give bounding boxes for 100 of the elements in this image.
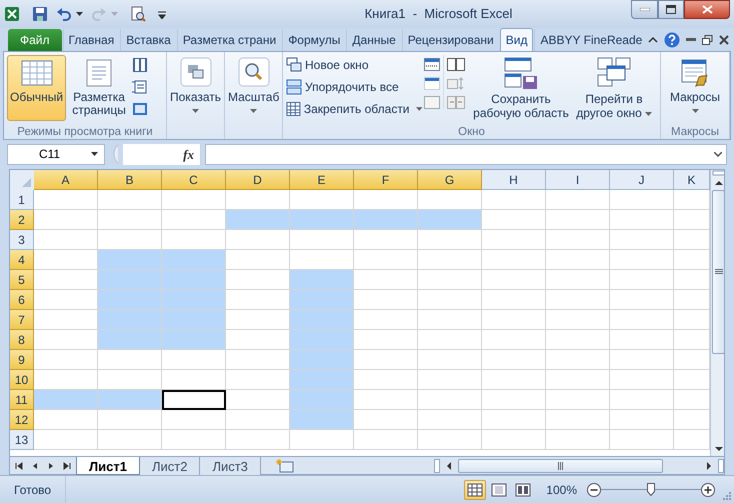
selected-cell[interactable] bbox=[290, 390, 354, 410]
cell[interactable] bbox=[482, 310, 546, 330]
switch-windows-button[interactable]: Перейти в другое окно bbox=[571, 54, 657, 121]
cell[interactable] bbox=[482, 210, 546, 230]
cell[interactable] bbox=[482, 350, 546, 370]
minimize-icon[interactable] bbox=[686, 38, 696, 42]
cell[interactable] bbox=[482, 370, 546, 390]
cell[interactable] bbox=[418, 230, 482, 250]
cell[interactable] bbox=[482, 250, 546, 270]
cell[interactable] bbox=[546, 270, 610, 290]
cell[interactable] bbox=[674, 430, 710, 450]
cell[interactable] bbox=[34, 270, 98, 290]
column-header[interactable]: H bbox=[482, 170, 546, 190]
cell[interactable] bbox=[98, 350, 162, 370]
save-icon[interactable] bbox=[32, 6, 48, 22]
cell[interactable] bbox=[546, 230, 610, 250]
cell[interactable] bbox=[98, 370, 162, 390]
selected-cell[interactable] bbox=[98, 330, 162, 350]
caret-icon[interactable] bbox=[76, 12, 83, 16]
cell[interactable] bbox=[610, 210, 674, 230]
cell[interactable] bbox=[226, 430, 290, 450]
cell[interactable] bbox=[162, 230, 226, 250]
slider-thumb-icon[interactable] bbox=[647, 482, 655, 496]
cell[interactable] bbox=[546, 390, 610, 410]
custom-view-icon[interactable] bbox=[132, 78, 148, 95]
page-break-icon[interactable] bbox=[132, 56, 148, 73]
selected-cell[interactable] bbox=[98, 270, 162, 290]
cell[interactable] bbox=[674, 350, 710, 370]
selected-cell[interactable] bbox=[34, 390, 98, 410]
column-header[interactable]: D bbox=[226, 170, 290, 190]
scroll-thumb[interactable] bbox=[712, 190, 724, 354]
hide-icon[interactable] bbox=[424, 76, 440, 90]
selected-cell[interactable] bbox=[162, 250, 226, 270]
cell[interactable] bbox=[610, 370, 674, 390]
selected-cell[interactable] bbox=[226, 210, 290, 230]
zoom-in-icon[interactable] bbox=[701, 482, 715, 497]
cell[interactable] bbox=[162, 350, 226, 370]
side-by-side-icon[interactable] bbox=[447, 58, 465, 71]
cell[interactable] bbox=[418, 410, 482, 430]
cell[interactable] bbox=[418, 330, 482, 350]
cell[interactable] bbox=[418, 430, 482, 450]
row-header[interactable]: 6 bbox=[10, 290, 34, 310]
cell[interactable] bbox=[546, 430, 610, 450]
cell[interactable] bbox=[674, 190, 710, 210]
selected-cell[interactable] bbox=[162, 310, 226, 330]
cell[interactable] bbox=[418, 310, 482, 330]
zoom-slider[interactable] bbox=[601, 482, 701, 497]
cell[interactable] bbox=[98, 210, 162, 230]
column-header[interactable]: I bbox=[546, 170, 610, 190]
cell[interactable] bbox=[482, 290, 546, 310]
cell[interactable] bbox=[418, 390, 482, 410]
cell[interactable] bbox=[418, 370, 482, 390]
column-header[interactable]: A bbox=[34, 170, 98, 190]
cell[interactable] bbox=[226, 390, 290, 410]
cell[interactable] bbox=[610, 230, 674, 250]
cell[interactable] bbox=[290, 230, 354, 250]
cell[interactable] bbox=[34, 350, 98, 370]
cell[interactable] bbox=[482, 430, 546, 450]
cell[interactable] bbox=[418, 270, 482, 290]
cell[interactable] bbox=[610, 270, 674, 290]
row-header[interactable]: 4 bbox=[10, 250, 34, 270]
cell[interactable] bbox=[34, 250, 98, 270]
selected-cell[interactable] bbox=[354, 210, 418, 230]
selected-cell[interactable] bbox=[290, 210, 354, 230]
window-command[interactable]: Закрепить области bbox=[286, 100, 422, 118]
cell[interactable] bbox=[482, 230, 546, 250]
cell[interactable] bbox=[226, 370, 290, 390]
cell[interactable] bbox=[610, 310, 674, 330]
cell[interactable] bbox=[226, 230, 290, 250]
selected-cell[interactable] bbox=[290, 330, 354, 350]
cell[interactable] bbox=[226, 190, 290, 210]
selected-cell[interactable] bbox=[290, 370, 354, 390]
window-command[interactable]: Упорядочить все bbox=[286, 78, 422, 96]
selected-cell[interactable] bbox=[162, 330, 226, 350]
cell[interactable] bbox=[674, 330, 710, 350]
cell[interactable] bbox=[98, 190, 162, 210]
row-header[interactable]: 9 bbox=[10, 350, 34, 370]
row-header[interactable]: 11 bbox=[10, 390, 34, 410]
cell[interactable] bbox=[226, 270, 290, 290]
selected-cell[interactable] bbox=[290, 350, 354, 370]
column-header[interactable]: G bbox=[418, 170, 482, 190]
zoom-level[interactable]: 100% bbox=[546, 480, 577, 499]
name-box[interactable]: C11 bbox=[7, 144, 105, 165]
cell[interactable] bbox=[354, 330, 418, 350]
cell[interactable] bbox=[354, 190, 418, 210]
cell[interactable] bbox=[546, 330, 610, 350]
selected-cell[interactable] bbox=[290, 310, 354, 330]
view-button[interactable]: Разметка страницы bbox=[68, 54, 130, 121]
first-sheet-icon[interactable] bbox=[15, 462, 23, 470]
cell[interactable] bbox=[162, 430, 226, 450]
cell[interactable] bbox=[610, 330, 674, 350]
cell[interactable] bbox=[610, 290, 674, 310]
cell[interactable] bbox=[226, 410, 290, 430]
sheet-tab[interactable]: Лист3 bbox=[200, 456, 261, 475]
zoom-button[interactable]: Масштаб bbox=[228, 54, 280, 121]
cell[interactable] bbox=[674, 370, 710, 390]
save-workspace-button[interactable]: Сохранить рабочую область bbox=[473, 54, 569, 121]
selected-cell[interactable] bbox=[98, 390, 162, 410]
cell[interactable] bbox=[34, 430, 98, 450]
show-button[interactable]: Показать bbox=[170, 54, 222, 121]
